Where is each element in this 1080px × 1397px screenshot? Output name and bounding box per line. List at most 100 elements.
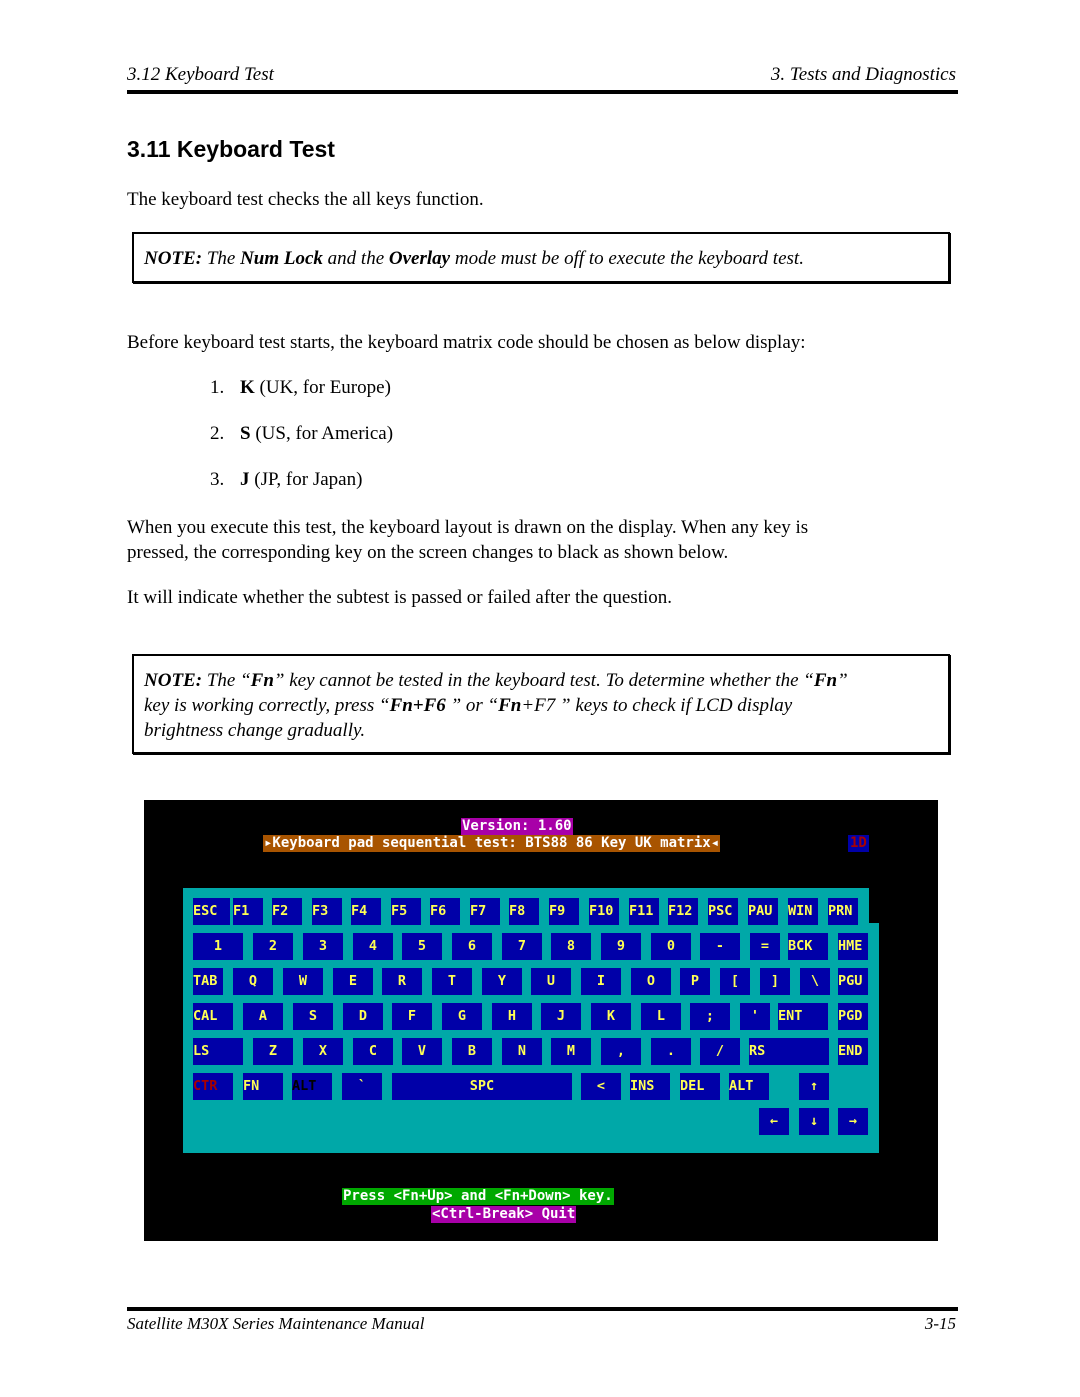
key-rs: RS — [749, 1038, 829, 1065]
option-desc: (JP, for Japan) — [249, 469, 363, 490]
key-7: 7 — [502, 933, 542, 960]
key-s: S — [293, 1003, 333, 1030]
key-5: 5 — [402, 933, 442, 960]
note-bold-numlock: Num Lock — [240, 248, 323, 269]
key-sym-4-8: , — [601, 1038, 641, 1065]
note-bold-fn-f6: Fn+F6 — [389, 695, 446, 716]
key-sym-5-3: ` — [342, 1073, 382, 1100]
note-text: ” — [837, 670, 848, 691]
key-q: Q — [233, 968, 273, 995]
key-pgd: PGD — [838, 1003, 868, 1030]
note-text: The “ — [202, 670, 251, 691]
before-paragraph: Before keyboard test starts, the keyboar… — [127, 332, 806, 353]
key-g: G — [442, 1003, 482, 1030]
key-m: M — [551, 1038, 591, 1065]
key-alt: ALT — [729, 1073, 769, 1100]
key-c: C — [353, 1038, 393, 1065]
key-sym-2-12: ] — [760, 968, 790, 995]
key-tab: TAB — [193, 968, 223, 995]
execute-line-2: pressed, the corresponding key on the sc… — [127, 542, 729, 563]
press-instruction: Press <Fn+Up> and <Fn+Down> key. — [342, 1188, 614, 1205]
indicate-paragraph: It will indicate whether the subtest is … — [127, 587, 673, 608]
note-bold-fn: Fn — [250, 670, 274, 691]
option-uk: 1. K (UK, for Europe) — [210, 377, 391, 399]
key-j: J — [541, 1003, 581, 1030]
key-t: T — [432, 968, 472, 995]
key-d: D — [343, 1003, 383, 1030]
key-spc: SPC — [392, 1073, 572, 1100]
key-8: 8 — [551, 933, 591, 960]
key-psc: PSC — [708, 898, 738, 925]
key-sym-2-13: \ — [800, 968, 830, 995]
note-text: The — [202, 248, 241, 269]
key-9: 9 — [601, 933, 641, 960]
key-o: O — [631, 968, 671, 995]
key-sym-6-1: ↓ — [799, 1108, 829, 1135]
key-ctr: CTR — [193, 1073, 233, 1100]
key-sym-2-11: [ — [720, 968, 750, 995]
note-label: NOTE: — [144, 670, 203, 691]
key-pau: PAU — [748, 898, 778, 925]
key-3: 3 — [303, 933, 343, 960]
note-bold-fn: Fn — [498, 695, 522, 716]
key-sym-4-9: . — [651, 1038, 691, 1065]
key-l: L — [641, 1003, 681, 1030]
key-sym-1-10: - — [700, 933, 740, 960]
key-k: K — [591, 1003, 631, 1030]
key-prn: PRN — [828, 898, 858, 925]
execute-line-1: When you execute this test, the keyboard… — [127, 517, 809, 538]
key-cal: CAL — [193, 1003, 233, 1030]
key-sym-4-10: / — [700, 1038, 740, 1065]
note-text: mode must be off to execute the keyboard… — [450, 248, 804, 269]
key-ins: INS — [630, 1073, 670, 1100]
key-f1: F1 — [233, 898, 263, 925]
key-i: I — [581, 968, 621, 995]
key-6: 6 — [452, 933, 492, 960]
key-f6: F6 — [430, 898, 460, 925]
note-line-3: brightness change gradually. — [144, 720, 366, 741]
key-ent: ENT — [778, 1003, 828, 1030]
option-key: J — [240, 469, 250, 490]
key-b: B — [452, 1038, 492, 1065]
key-f: F — [392, 1003, 432, 1030]
key-u: U — [531, 968, 571, 995]
key-1: 1 — [193, 933, 243, 960]
option-jp: 3. J (JP, for Japan) — [210, 469, 362, 491]
key-n: N — [502, 1038, 542, 1065]
key-e: E — [333, 968, 373, 995]
key-v: V — [402, 1038, 442, 1065]
note-box-numlock: NOTE: The Num Lock and the Overlay mode … — [132, 232, 950, 283]
footer-manual-title: Satellite M30X Series Maintenance Manual — [127, 1314, 425, 1333]
key-x: X — [303, 1038, 343, 1065]
note-text: +F7 ” keys to check if LCD display — [521, 695, 793, 716]
test-title-bar: ▸Keyboard pad sequential test: BTS88 86 … — [263, 835, 721, 852]
key-w: W — [283, 968, 323, 995]
key-hme: HME — [838, 933, 868, 960]
key-y: Y — [482, 968, 522, 995]
key-f3: F3 — [312, 898, 342, 925]
key-esc: ESC — [193, 898, 230, 925]
note-text: ” key cannot be tested in the keyboard t… — [273, 670, 814, 691]
running-header-section: 3.12 Keyboard Test — [127, 64, 274, 85]
key-r: R — [382, 968, 422, 995]
key-h: H — [492, 1003, 532, 1030]
key-sym-6-2: → — [838, 1108, 868, 1135]
section-title: 3.11 Keyboard Test — [127, 136, 335, 162]
note-label: NOTE: — [144, 248, 203, 269]
key-f8: F8 — [509, 898, 539, 925]
quit-instruction: <Ctrl-Break> Quit — [431, 1206, 577, 1223]
key-end: END — [838, 1038, 868, 1065]
key-f2: F2 — [272, 898, 302, 925]
note-line-1: NOTE: The “Fn” key cannot be tested in t… — [144, 668, 938, 693]
running-header-chapter: 3. Tests and Diagnostics — [770, 64, 956, 85]
option-key: S — [240, 423, 251, 444]
scan-code-badge: 1D — [848, 835, 869, 852]
option-us: 2. S (US, for America) — [210, 423, 393, 445]
key-sym-1-11: = — [750, 933, 780, 960]
intro-paragraph: The keyboard test checks the all keys fu… — [127, 189, 484, 210]
note-text: key is working correctly, press “ — [144, 695, 390, 716]
option-desc: (UK, for Europe) — [254, 377, 391, 398]
key-f10: F10 — [589, 898, 619, 925]
key-f5: F5 — [391, 898, 421, 925]
execute-paragraph: When you execute this test, the keyboard… — [127, 515, 987, 565]
